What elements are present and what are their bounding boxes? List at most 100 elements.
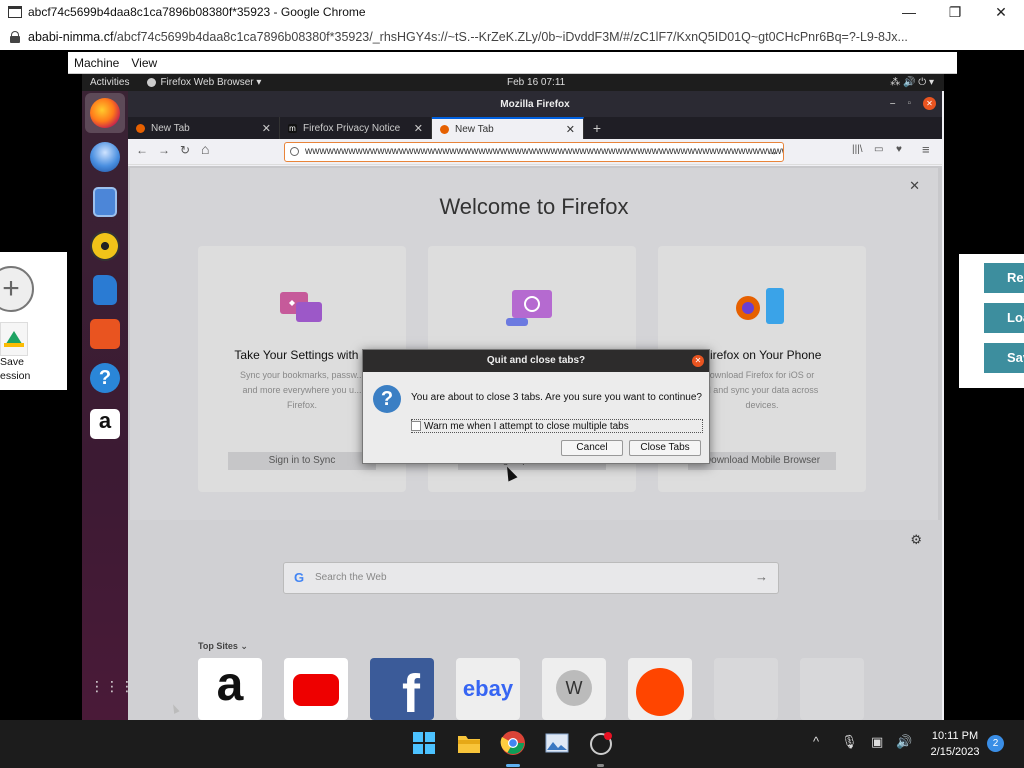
close-tabs-button[interactable]: Close Tabs [629,440,701,456]
add-icon[interactable]: + [0,266,34,312]
tab-close-icon[interactable]: ✕ [414,122,423,135]
save-session-button[interactable]: Sav [984,343,1024,373]
top-site-ebay[interactable]: ebay [456,658,520,720]
facebook-logo: f [402,664,420,720]
taskbar-clock[interactable]: 10:11 PM 2/15/2023 [920,728,990,760]
app-menu[interactable]: Firefox Web Browser ▾ [147,77,261,88]
search-icon [290,147,299,156]
top-sites-label[interactable]: Top Sites ⌄ [198,641,248,652]
home-icon[interactable]: ⌂ [201,141,209,157]
amazon-logo: a [216,658,244,711]
welcome-panel: Welcome to Firefox ✕ Take Your Settings … [130,168,938,520]
welcome-close-icon[interactable]: ✕ [909,178,920,194]
microphone-icon[interactable]: 🎙 [841,734,858,750]
thunderbird-icon[interactable] [90,142,120,172]
cancel-button[interactable]: Cancel [561,440,623,456]
go-arrow-icon[interactable]: → [766,144,778,158]
wikipedia-logo: W [556,670,592,706]
tray-chevron-icon[interactable]: ^ [813,734,819,749]
clock[interactable]: Feb 16 07:11 [507,77,565,88]
restore-session-button[interactable]: Re [984,263,1024,293]
ff-minimize-button[interactable]: – [890,98,896,109]
back-icon[interactable]: ← [136,143,148,157]
dialog-close-icon[interactable]: ✕ [692,355,704,367]
help-icon[interactable]: ? [90,363,120,393]
close-window-button[interactable]: ✕ [978,0,1024,24]
firefox-phone-illustration-icon [736,288,784,324]
top-site-wikipedia[interactable]: W [542,658,606,720]
google-drive-icon[interactable] [0,322,28,356]
app-icon[interactable] [588,730,614,756]
taskbar-time: 10:11 PM [931,730,979,742]
taskbar-date: 2/15/2023 [930,746,980,758]
volume-icon[interactable]: 🔊 [896,734,912,750]
ff-maximize-button[interactable]: ▫ [907,98,911,109]
web-search-input[interactable]: Search the Web [315,572,387,583]
pocket-icon[interactable]: ♥ [896,144,902,155]
restore-button[interactable]: ❐ [932,0,978,24]
amazon-icon[interactable]: a [90,409,120,439]
new-tab-button[interactable]: + [584,117,610,139]
tab-close-icon[interactable]: ✕ [262,122,271,135]
top-site-empty[interactable] [714,658,778,720]
show-apps-icon[interactable]: ⋮⋮⋮ [90,679,134,711]
photos-icon[interactable] [544,730,570,756]
checkbox-label[interactable]: Warn me when I attempt to close multiple… [424,421,629,432]
url-bar[interactable]: wwwwwwwwwwwwwwwwwwwwwwwwwwwwwwwwwwwwwwww… [284,142,784,162]
warn-multiple-tabs-checkbox[interactable]: Warn me when I attempt to close multiple… [411,419,703,433]
system-tray[interactable]: ⁂ 🔊 ⏻ ▾ [890,77,934,88]
tab-privacy-notice[interactable]: m Firefox Privacy Notice ✕ [280,117,432,139]
menu-icon[interactable]: ≡ [922,142,930,157]
email-alert-illustration-icon [506,290,552,326]
minimize-button[interactable]: — [886,0,932,24]
load-session-button[interactable]: Loa [984,303,1024,333]
writer-icon[interactable] [93,275,117,305]
file-explorer-icon[interactable] [456,730,482,756]
rhythmbox-icon[interactable] [90,231,120,261]
url-text[interactable]: ababi-nimma.cf/abcf74c5699b4daa8c1ca7896… [28,30,1024,44]
firefox-icon[interactable] [90,98,120,128]
sidebar-icon[interactable]: ▭ [874,144,883,155]
tab-new-tab-1[interactable]: New Tab ✕ [128,117,280,139]
gnome-top-bar: Activities Firefox Web Browser ▾ Feb 16 … [82,74,944,91]
window-title: abcf74c5699b4daa8c1ca7896b08380f*35923 -… [28,5,366,19]
search-arrow-icon[interactable]: → [755,569,768,584]
top-site-empty[interactable] [800,658,864,720]
top-site-facebook[interactable]: f [370,658,434,720]
forward-icon[interactable]: → [158,143,170,157]
ebay-logo: ebay [462,676,514,701]
software-icon[interactable] [90,319,120,349]
google-icon: G [294,570,305,585]
checkbox-box[interactable] [411,421,421,431]
download-mobile-browser-button[interactable]: Download Mobile Browser [688,452,836,470]
firefox-favicon [136,123,145,133]
sync-illustration-icon [280,292,322,322]
sign-in-to-sync-button[interactable]: Sign in to Sync [228,452,376,470]
web-search-box[interactable]: G Search the Web → [283,562,779,594]
chrome-icon[interactable] [500,730,526,756]
files-icon[interactable] [93,187,117,217]
activities-button[interactable]: Activities [90,77,129,88]
top-site-reddit[interactable] [628,658,692,720]
tab-label: New Tab [455,123,494,135]
network-icon[interactable]: ▣ [871,734,883,750]
menu-machine[interactable]: Machine [68,56,125,70]
tab-close-icon[interactable]: ✕ [566,123,575,136]
address-bar[interactable]: ababi-nimma.cf/abcf74c5699b4daa8c1ca7896… [0,24,1024,50]
top-site-amazon[interactable]: a [198,658,262,720]
windows-start-icon[interactable] [411,730,437,756]
gear-icon[interactable]: ⚙ [910,532,922,548]
menu-view[interactable]: View [125,56,163,70]
app-running-indicator [597,764,604,767]
card-sync-desc: Sync your bookmarks, passw... and more e… [239,370,365,410]
lock-icon[interactable] [10,31,20,43]
reload-icon[interactable]: ↻ [180,143,190,157]
ff-close-button[interactable]: ✕ [923,97,936,110]
tab-strip: New Tab ✕ m Firefox Privacy Notice ✕ New Ta… [128,117,942,139]
library-icon[interactable]: |||\ [852,144,863,155]
url-bar-value[interactable]: wwwwwwwwwwwwwwwwwwwwwwwwwwwwwwwwwwwwwwww… [305,146,783,157]
tab-label: New Tab [151,122,190,134]
top-site-youtube[interactable] [284,658,348,720]
notification-badge[interactable]: 2 [987,735,1004,752]
tab-new-tab-active[interactable]: New Tab ✕ [432,117,584,139]
